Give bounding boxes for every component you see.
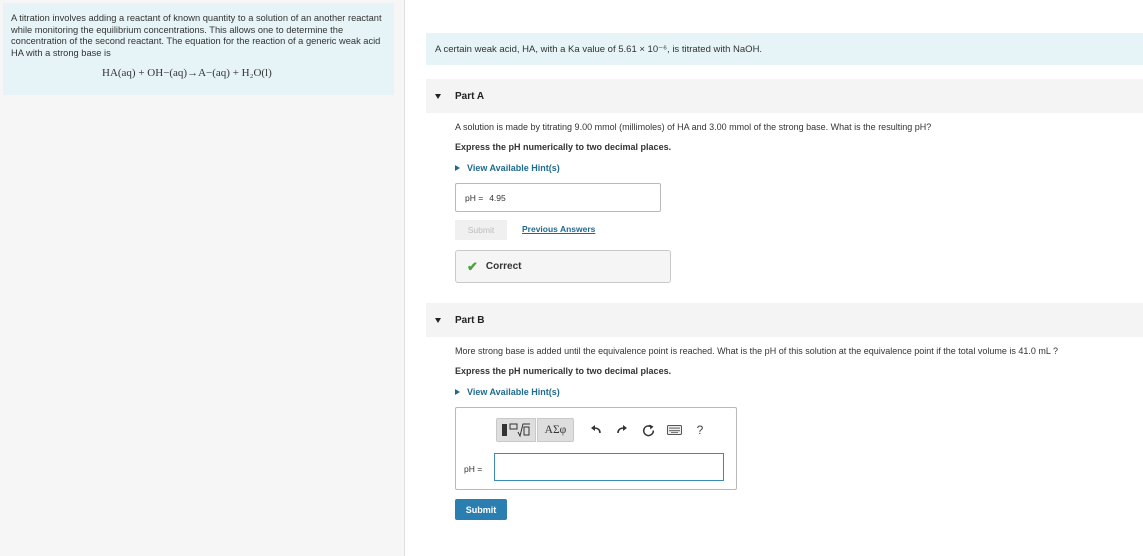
intro-text: A titration involves adding a reactant o… xyxy=(11,13,382,58)
part-a-submit-button[interactable]: Submit xyxy=(455,220,507,240)
reset-icon xyxy=(642,424,654,436)
redo-button[interactable] xyxy=(612,418,632,442)
part-b-title: Part B xyxy=(455,314,485,326)
part-a-answer-box: pH = 4.95 xyxy=(455,183,661,212)
undo-icon xyxy=(591,425,601,434)
keyboard-icon xyxy=(666,425,682,435)
help-button[interactable]: ? xyxy=(690,418,710,442)
part-b-hint-label: View Available Hint(s) xyxy=(467,387,560,397)
previous-answers-link[interactable]: Previous Answers xyxy=(522,224,595,234)
part-b-answer-input[interactable] xyxy=(494,453,724,481)
reset-button[interactable] xyxy=(638,418,658,442)
expand-triangle-icon xyxy=(455,165,460,171)
problem-statement: A certain weak acid, HA, with a Ka value… xyxy=(426,33,1143,65)
part-b-answer-label: pH = xyxy=(464,464,483,474)
undo-button[interactable] xyxy=(586,418,606,442)
greek-symbols-icon: AΣφ xyxy=(544,424,567,436)
part-a-instruction: Express the pH numerically to two decima… xyxy=(455,142,672,152)
intro-column: A titration involves adding a reactant o… xyxy=(0,0,405,556)
part-b-question: More strong base is added until the equi… xyxy=(455,346,1059,356)
part-a-title: Part A xyxy=(455,90,485,102)
part-a-hint-toggle[interactable]: View Available Hint(s) xyxy=(455,163,560,173)
help-icon: ? xyxy=(696,423,704,437)
part-b-submit-button[interactable]: Submit xyxy=(455,499,507,520)
part-a-header[interactable]: Part A xyxy=(426,79,1143,113)
feedback-label: Correct xyxy=(485,261,522,272)
redo-icon xyxy=(617,425,627,434)
part-a-hint-label: View Available Hint(s) xyxy=(467,163,560,173)
part-b-instruction: Express the pH numerically to two decima… xyxy=(455,366,672,376)
greek-symbols-button[interactable]: AΣφ xyxy=(537,418,574,442)
collapse-caret-icon[interactable] xyxy=(435,317,441,323)
keyboard-button[interactable] xyxy=(664,418,684,442)
collapse-caret-icon[interactable] xyxy=(435,93,441,99)
part-a-feedback: ✔ Correct xyxy=(455,250,671,283)
expand-triangle-icon xyxy=(455,389,460,395)
math-toolbar: AΣφ ? xyxy=(496,418,710,442)
part-a-question: A solution is made by titrating 9.00 mmo… xyxy=(455,122,932,132)
reaction-equation: HA(aq) + OH−(aq)→A−(aq) + H₂O(l) xyxy=(102,67,272,80)
templates-icon xyxy=(502,423,530,438)
part-a-answer-value: 4.95 xyxy=(489,192,506,203)
intro-panel: A titration involves adding a reactant o… xyxy=(3,3,394,95)
checkmark-icon: ✔ xyxy=(467,258,478,274)
part-a-answer-label: pH = xyxy=(465,192,484,203)
part-b-hint-toggle[interactable]: View Available Hint(s) xyxy=(455,387,560,397)
templates-button[interactable] xyxy=(496,418,536,442)
part-b-header[interactable]: Part B xyxy=(426,303,1143,337)
